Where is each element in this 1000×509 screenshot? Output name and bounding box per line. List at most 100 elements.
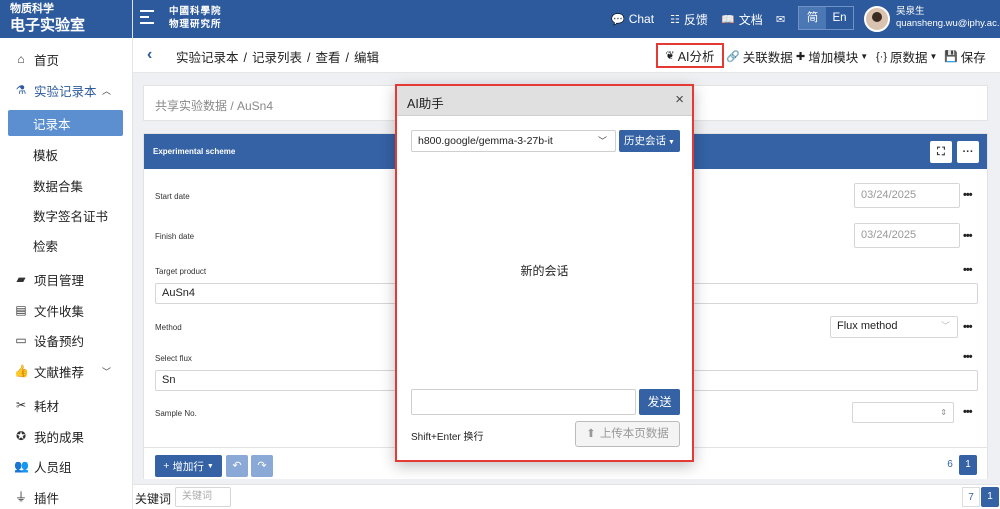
method-more-icon[interactable]: ••• <box>963 321 973 333</box>
finish-day: 24 <box>876 229 889 241</box>
add-row-button[interactable]: + 增加行 ▼ <box>155 455 222 477</box>
lang-cn-button[interactable]: 简 <box>799 7 826 29</box>
folder-icon: ▰ <box>16 272 26 286</box>
start-date-more-icon[interactable]: ••• <box>963 189 973 201</box>
raw-data-button[interactable]: {·} 原数据 ▼ <box>876 47 937 66</box>
ai-analysis-button[interactable]: ❦ AI分析 <box>656 43 724 68</box>
model-select[interactable]: h800.google/gemma-3-27b-it ﹀ <box>411 130 616 152</box>
stepper-icon[interactable]: ⇕ <box>940 403 947 422</box>
sidebar-item-devices[interactable]: ▭ 设备预约 <box>0 327 133 353</box>
sidebar-item-label: 我的成果 <box>34 430 85 445</box>
pagination-count[interactable]: 6 <box>941 455 959 475</box>
institute-line2: 物理研究所 <box>169 19 222 30</box>
sidebar-item-label: 数据合集 <box>33 179 84 194</box>
sidebar-item-groups[interactable]: 👥 人员组 <box>0 453 133 479</box>
more-options-icon[interactable]: ··· <box>957 141 979 163</box>
breadcrumb-item[interactable]: 查看 <box>316 51 341 65</box>
fullscreen-icon[interactable]: ⛶ <box>930 141 952 163</box>
language-switch: 简 En <box>798 6 854 30</box>
undo-icon[interactable]: ↶ <box>226 455 248 477</box>
start-month: 03 <box>861 189 874 201</box>
top-bar: 中國科學院 物理研究所 💬 Chat ☷ 反馈 📖 文档 ✉ 简 En 吴泉生 qua… <box>133 0 1000 38</box>
start-day: 24 <box>876 189 889 201</box>
sidebar-item-label: 文件收集 <box>34 304 85 319</box>
keyword-pagination-current[interactable]: 1 <box>981 487 999 507</box>
chat-input[interactable] <box>411 389 636 415</box>
sidebar-item-templates[interactable]: 模板 <box>0 141 133 167</box>
sidebar-item-certificates[interactable]: 数字签名证书 <box>0 202 133 228</box>
collect-icon: ▤ <box>15 303 27 317</box>
breadcrumb-item[interactable]: 实验记录本 <box>176 51 239 65</box>
upload-page-data-button[interactable]: ⬆ 上传本页数据 <box>575 421 680 447</box>
sidebar-item-file-collect[interactable]: ▤ 文件收集 <box>0 297 133 323</box>
menu-toggle-icon[interactable] <box>140 10 154 26</box>
keyword-pagination-count[interactable]: 7 <box>962 487 980 507</box>
sidebar-item-label: 数字签名证书 <box>33 209 109 224</box>
start-year: 2025 <box>891 189 917 201</box>
close-icon[interactable]: × <box>675 91 684 108</box>
path-text: 共享实验数据 / AuSn4 <box>155 99 274 113</box>
keyword-bar: 关键词 关键词 7 1 <box>133 484 1000 509</box>
upload-icon: ⬆ <box>586 428 596 440</box>
dialog-header: AI助手 × <box>397 86 692 116</box>
brand-logo[interactable]: 物质科学 电子实验室 <box>0 0 132 38</box>
sidebar-item-label: 记录本 <box>33 117 71 132</box>
feedback-button[interactable]: ☷ 反馈 <box>670 8 708 30</box>
start-date-input[interactable]: 03/24/2025 <box>854 183 960 208</box>
lang-en-button[interactable]: En <box>826 7 853 29</box>
back-icon[interactable]: ‹ <box>147 46 152 64</box>
linked-data-button[interactable]: 🔗 关联数据 <box>726 47 793 66</box>
card-title: Experimental scheme <box>153 147 236 156</box>
select-flux-label: Select flux <box>155 354 192 363</box>
history-label: 历史会话 <box>624 135 667 147</box>
linked-data-label: 关联数据 <box>742 51 793 65</box>
sidebar: 物质科学 电子实验室 ⌂ 首页 ⚗ 实验记录本 ︿ 记录本 模板 数据合集 数字签名证… <box>0 0 133 509</box>
save-button[interactable]: 💾 保存 <box>944 47 986 66</box>
sidebar-item-achievements[interactable]: ✪ 我的成果 <box>0 423 133 449</box>
method-label: Method <box>155 323 182 332</box>
sidebar-item-search[interactable]: 检索 <box>0 232 133 258</box>
user-info[interactable]: 吴泉生 quansheng.wu@iphy.ac.cn <box>896 6 1000 30</box>
send-button[interactable]: 发送 <box>639 389 680 415</box>
pagination-current[interactable]: 1 <box>959 455 977 475</box>
add-module-label: 增加模块 <box>808 51 859 65</box>
redo-icon[interactable]: ↷ <box>251 455 273 477</box>
finish-date-more-icon[interactable]: ••• <box>963 230 973 242</box>
start-date-label: Start date <box>155 192 190 201</box>
sidebar-item-literature[interactable]: 👍 文献推荐 ﹀ <box>0 358 133 384</box>
institute-line1: 中國科學院 <box>169 6 222 17</box>
keyword-label: 关键词 <box>135 492 172 506</box>
sidebar-item-home[interactable]: ⌂ 首页 <box>0 46 133 72</box>
mail-icon: ✉ <box>776 13 786 26</box>
finish-date-input[interactable]: 03/24/2025 <box>854 223 960 248</box>
book-icon: 📖 <box>721 13 735 26</box>
sidebar-item-label: 检索 <box>33 239 59 254</box>
docs-button[interactable]: 📖 文档 <box>721 8 763 30</box>
finish-date-label: Finish date <box>155 232 195 241</box>
breadcrumb-item[interactable]: 记录列表 <box>252 51 302 65</box>
sidebar-item-notebook[interactable]: ⚗ 实验记录本 ︿ <box>0 77 133 103</box>
raw-data-label: 原数据 <box>890 51 928 65</box>
sidebar-item-label: 实验记录本 <box>34 84 97 99</box>
mail-button[interactable]: ✉ <box>776 8 789 30</box>
sidebar-item-records[interactable]: 记录本 <box>8 110 123 136</box>
keyword-input[interactable]: 关键词 <box>175 487 231 507</box>
add-module-button[interactable]: ✚ 增加模块 ▼ <box>796 47 868 66</box>
sidebar-item-projects[interactable]: ▰ 项目管理 <box>0 266 133 292</box>
flux-more-icon[interactable]: ••• <box>963 351 973 363</box>
sample-no-stepper[interactable]: ⇕ <box>852 402 954 423</box>
code-icon: {·} <box>876 50 888 63</box>
method-select[interactable]: Flux method ﹀ <box>830 316 958 338</box>
link-icon: 🔗 <box>726 51 740 63</box>
thumbs-up-icon: 👍 <box>14 364 29 378</box>
sidebar-item-label: 项目管理 <box>34 273 85 288</box>
chat-label: Chat <box>628 12 655 26</box>
avatar[interactable] <box>864 6 890 32</box>
target-more-icon[interactable]: ••• <box>963 264 973 276</box>
history-button[interactable]: 历史会话 ▼ <box>619 130 680 152</box>
chat-button[interactable]: 💬 Chat <box>611 8 654 30</box>
sidebar-item-collections[interactable]: 数据合集 <box>0 172 133 198</box>
sidebar-item-plugins[interactable]: ⏚ 插件 <box>0 484 133 509</box>
sidebar-item-consumables[interactable]: ✂ 耗材 <box>0 392 133 418</box>
sample-more-icon[interactable]: ••• <box>963 406 973 418</box>
